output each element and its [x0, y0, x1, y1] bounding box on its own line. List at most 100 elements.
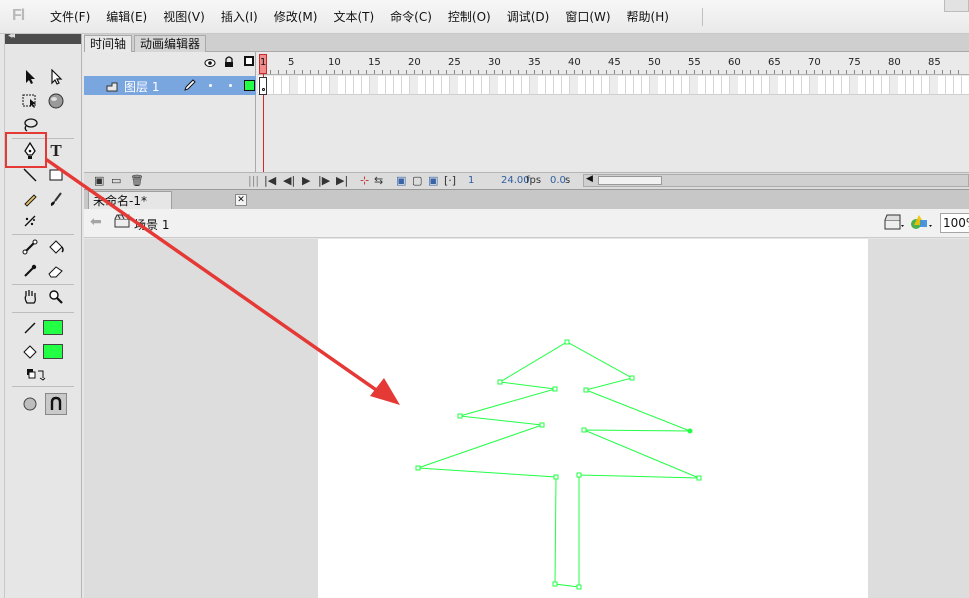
collapse-icon[interactable]: ◂◂ — [8, 31, 15, 41]
scene-icon — [114, 214, 130, 232]
current-frame[interactable]: 1 — [468, 175, 474, 186]
rectangle-tool-icon[interactable] — [45, 164, 67, 186]
stroke-color-swatch[interactable] — [43, 320, 63, 335]
last-frame-icon[interactable]: ▶| — [336, 174, 348, 187]
lock-icon[interactable] — [224, 56, 234, 71]
ruler-label: 75 — [848, 57, 861, 68]
zoom-input[interactable]: 100% — [940, 213, 969, 233]
toolbox-header[interactable]: ◂◂ — [5, 31, 81, 44]
swap-colors-icon[interactable] — [25, 364, 47, 386]
ruler-tick — [566, 70, 567, 74]
layer-color-box[interactable] — [244, 80, 255, 91]
first-frame-icon[interactable]: |◀ — [264, 174, 276, 187]
close-icon[interactable]: ✕ — [235, 194, 247, 206]
selection-tool-icon[interactable] — [19, 66, 41, 88]
zoom-tool-icon[interactable] — [45, 286, 67, 308]
deco-tool-icon[interactable] — [19, 210, 41, 232]
3d-rotation-tool-icon[interactable] — [45, 90, 67, 112]
play-icon[interactable]: ▶ — [302, 174, 310, 187]
ruler-tick — [630, 70, 631, 74]
ruler-tick — [774, 70, 775, 74]
snap-to-objects-icon[interactable] — [45, 393, 67, 415]
eyedropper-tool-icon[interactable] — [19, 260, 41, 282]
delete-layer-icon[interactable]: 🗑 — [130, 174, 144, 187]
frame-marker — [610, 76, 618, 94]
pencil-tool-icon[interactable] — [19, 188, 41, 210]
ruler-label: 60 — [728, 57, 741, 68]
scroll-left-icon[interactable]: ◀ — [586, 174, 593, 184]
scene-label[interactable]: 场景 1 — [134, 216, 169, 233]
ruler-tick — [334, 70, 335, 74]
next-frame-icon[interactable]: |▶ — [318, 174, 330, 187]
outline-icon[interactable] — [244, 56, 254, 66]
menu-file[interactable]: 文件(F) — [42, 0, 98, 34]
scrollbar-thumb[interactable] — [598, 176, 662, 185]
menu-debug[interactable]: 调试(D) — [499, 0, 558, 34]
document-tab[interactable]: 未命名-1* — [88, 191, 172, 210]
ruler-tick — [742, 70, 743, 74]
playhead[interactable]: 1 — [259, 54, 267, 74]
edit-multiple-icon[interactable]: ▣ — [428, 174, 438, 187]
window-control-button[interactable] — [944, 0, 969, 12]
current-frame-number: 1 — [260, 57, 267, 68]
paint-bucket-tool-icon[interactable] — [45, 236, 67, 258]
center-frame-icon[interactable]: ⊹ — [360, 174, 369, 187]
subselection-tool-icon[interactable] — [45, 66, 67, 88]
ruler-tick — [750, 70, 751, 74]
menu-view[interactable]: 视图(V) — [155, 0, 213, 34]
ruler-tick — [526, 70, 527, 74]
menu-insert[interactable]: 插入(I) — [213, 0, 266, 34]
free-transform-tool-icon[interactable] — [19, 90, 41, 112]
fill-color-swatch[interactable] — [43, 344, 63, 359]
text-tool-icon[interactable]: T — [45, 140, 67, 162]
ruler-tick — [406, 70, 407, 74]
menu-edit[interactable]: 编辑(E) — [98, 0, 155, 34]
timeline-ruler[interactable]: 5 10 15 20 25 30 35 40 45 50 55 60 65 70 75 80 85 — [258, 52, 969, 75]
elapsed-time[interactable]: 0.0 — [550, 175, 566, 186]
eye-icon[interactable] — [204, 57, 216, 71]
ruler-tick — [286, 70, 287, 74]
new-folder-icon[interactable]: ▭ — [111, 174, 121, 187]
ruler-tick — [694, 70, 695, 74]
toolbox-separator — [12, 284, 74, 285]
brush-tool-icon[interactable] — [45, 188, 67, 210]
menu-help[interactable]: 帮助(H) — [619, 0, 677, 34]
object-drawing-icon[interactable] — [19, 393, 41, 415]
edit-scene-icon[interactable] — [884, 213, 906, 235]
menu-text[interactable]: 文本(T) — [325, 0, 382, 34]
menu-window[interactable]: 窗口(W) — [557, 0, 618, 34]
ruler-tick — [518, 70, 519, 74]
modify-markers-icon[interactable]: [·] — [444, 174, 456, 187]
toolbox-separator — [12, 386, 74, 387]
hand-tool-icon[interactable] — [19, 286, 41, 308]
ruler-tick — [614, 70, 615, 74]
menu-control[interactable]: 控制(O) — [440, 0, 499, 34]
edit-symbols-icon[interactable] — [910, 213, 934, 235]
lock-dot[interactable] — [229, 84, 232, 87]
keyframe[interactable] — [259, 77, 267, 95]
tab-timeline[interactable]: 时间轴 — [84, 35, 133, 52]
onion-skin-icon[interactable]: ▣ — [396, 174, 406, 187]
layer-name[interactable]: 图层 1 — [124, 78, 159, 95]
visibility-dot[interactable] — [209, 84, 212, 87]
back-arrow-icon[interactable]: ⬅ — [90, 214, 102, 230]
menu-commands[interactable]: 命令(C) — [382, 0, 440, 34]
onion-outline-icon[interactable]: ▢ — [412, 174, 422, 187]
menu-modify[interactable]: 修改(M) — [266, 0, 326, 34]
ruler-tick — [950, 70, 951, 74]
timeline-scrollbar[interactable]: ◀ — [583, 174, 969, 187]
eraser-tool-icon[interactable] — [45, 260, 67, 282]
ruler-tick — [758, 70, 759, 74]
menu-separator — [702, 8, 703, 26]
tab-motion-editor[interactable]: 动画编辑器 — [134, 35, 207, 52]
layer-row[interactable]: 图层 1 — [84, 76, 256, 95]
new-layer-icon[interactable]: ▣ — [94, 174, 104, 187]
loop-icon[interactable]: ⇆ — [374, 174, 383, 187]
bone-tool-icon[interactable] — [19, 236, 41, 258]
ruler-tick — [438, 70, 439, 74]
prev-frame-icon[interactable]: ◀| — [283, 174, 295, 187]
ruler-tick — [894, 70, 895, 74]
stage[interactable] — [318, 239, 868, 598]
frames-row[interactable] — [258, 76, 969, 95]
ruler-tick — [582, 70, 583, 74]
